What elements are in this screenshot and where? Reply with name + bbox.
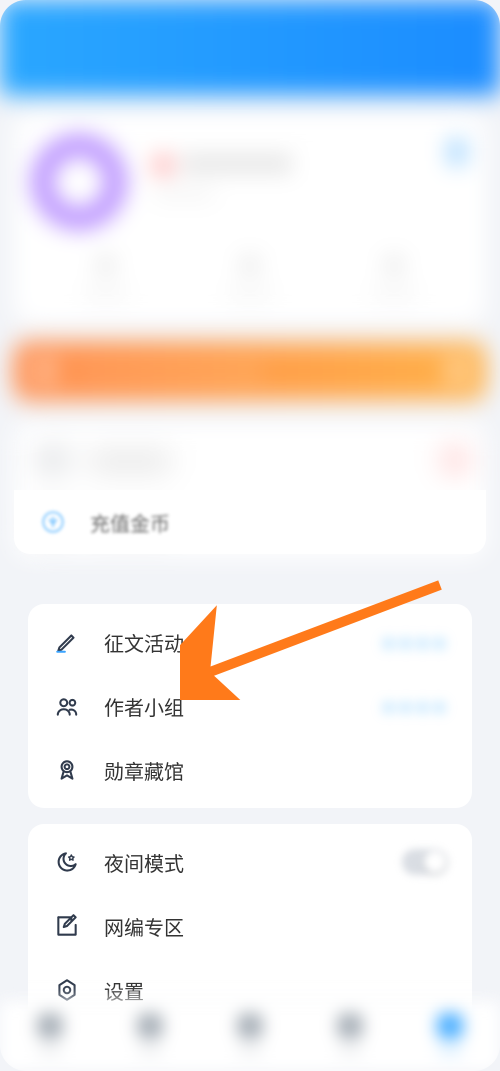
profile-card: ＊＊＊＊＊ ＊＊＊＊ ＊＊＊＊ ＊＊＊＊ ＊＊＊＊	[14, 113, 486, 324]
menu-item-essay[interactable]: 征文活动 ＊＊＊＊	[28, 610, 472, 674]
nav-item-5: ＊＊	[400, 1001, 500, 1071]
profile-name: ＊＊＊＊＊	[154, 147, 292, 179]
pen-icon	[52, 629, 82, 655]
menu-item-author-group[interactable]: 作者小组 ＊＊＊＊	[28, 674, 472, 738]
menu-item-editor[interactable]: 网编专区	[28, 894, 472, 958]
banner-text: ＊＊＊＊＊＊＊＊＊＊＊＊	[72, 359, 264, 383]
menu-right-text: ＊＊＊＊	[380, 630, 448, 655]
menu-item-recharge[interactable]: 充值金币	[14, 490, 486, 554]
medal-icon	[52, 757, 82, 783]
menu-item-night[interactable]: 夜间模式	[28, 830, 472, 894]
coin-icon	[38, 509, 68, 535]
edit-square-icon	[52, 913, 82, 939]
nav-item-1: ＊＊	[0, 1001, 100, 1071]
bottom-nav: ＊＊ ＊＊ ＊＊ ＊＊ ＊＊	[0, 1000, 500, 1071]
moon-icon	[52, 849, 82, 875]
nav-item-2: ＊＊	[100, 1001, 200, 1071]
app-header	[0, 0, 500, 95]
stat-2: ＊＊＊＊	[178, 251, 322, 304]
menu-label: 网编专区	[104, 912, 184, 941]
profile-sub: ＊＊＊＊	[154, 183, 214, 204]
nav-item-3: ＊＊	[200, 1001, 300, 1071]
blurred-header-region: ＊＊＊＊＊ ＊＊＊＊ ＊＊＊＊ ＊＊＊＊ ＊＊＊＊ ＊＊＊＊＊＊＊＊＊＊＊＊ ＊…	[0, 0, 500, 558]
avatar	[34, 137, 124, 227]
menu-item-medal[interactable]: 勋章藏馆	[28, 738, 472, 802]
stat-1: ＊＊＊＊	[34, 251, 178, 304]
menu-label: 征文活动	[104, 628, 184, 657]
banner-right-icon	[446, 360, 468, 382]
people-icon	[52, 693, 82, 719]
stat-3: ＊＊＊＊	[322, 251, 466, 304]
menu-label: 勋章藏馆	[104, 756, 184, 785]
menu-label: 作者小组	[104, 692, 184, 721]
promo-banner: ＊＊＊＊＊＊＊＊＊＊＊＊	[14, 342, 486, 400]
nav-item-4: ＊＊	[300, 1001, 400, 1071]
banner-icon	[32, 358, 58, 384]
wallet-icon	[38, 447, 68, 473]
menu-label: 充值金币	[90, 508, 170, 537]
menu-label: 夜间模式	[104, 848, 184, 877]
badge-dot	[448, 453, 462, 467]
night-toggle[interactable]	[402, 849, 448, 875]
menu-item-blurred-1: ＊＊＊＊	[14, 428, 486, 492]
menu-right-text: ＊＊＊＊	[380, 694, 448, 719]
edit-profile-icon	[452, 141, 462, 163]
